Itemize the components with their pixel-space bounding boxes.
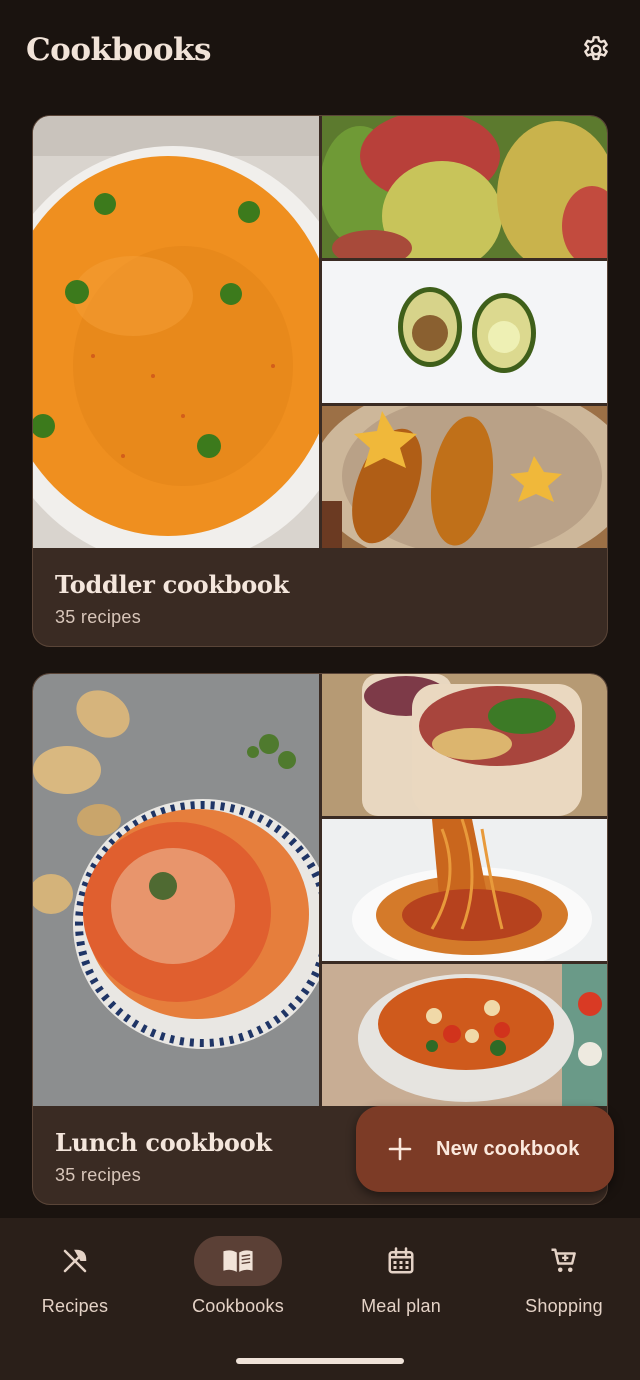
nav-item-shopping[interactable]: Shopping xyxy=(484,1236,640,1336)
cookbook-card-toddler[interactable]: Toddler cookbook 35 recipes xyxy=(32,115,608,647)
pears-photo xyxy=(322,116,607,258)
calendar-icon xyxy=(388,1247,414,1274)
nav-item-recipes[interactable]: Recipes xyxy=(0,1236,155,1336)
cookbook-info: Toddler cookbook 35 recipes xyxy=(33,548,607,646)
oatmeal-bowl-photo xyxy=(322,406,607,548)
tomato-soup-photo xyxy=(33,674,319,1106)
nav-item-cookbooks[interactable]: Cookbooks xyxy=(158,1236,318,1336)
plus-icon xyxy=(388,1137,412,1161)
wrap-photo xyxy=(322,674,607,816)
settings-button[interactable] xyxy=(578,32,614,68)
nav-icon-container xyxy=(520,1236,608,1286)
nav-icon-container xyxy=(31,1236,119,1286)
spaghetti-photo xyxy=(322,819,607,961)
new-cookbook-label: New cookbook xyxy=(436,1137,580,1160)
page-title: Cookbooks xyxy=(26,32,211,68)
nav-active-indicator xyxy=(194,1236,282,1286)
nav-label: Meal plan xyxy=(361,1296,441,1316)
cookbook-photo-grid xyxy=(33,116,607,548)
book-icon xyxy=(223,1250,253,1272)
nav-label: Cookbooks xyxy=(192,1296,284,1316)
bottom-navigation: Recipes Cookbooks Meal plan Shopping xyxy=(0,1218,640,1380)
gear-icon xyxy=(584,36,608,61)
nav-item-meal-plan[interactable]: Meal plan xyxy=(321,1236,481,1336)
nav-label: Recipes xyxy=(41,1296,109,1316)
avocado-photo xyxy=(322,261,607,403)
new-cookbook-button[interactable]: New cookbook xyxy=(356,1106,614,1192)
carrot-soup-photo xyxy=(33,116,319,548)
home-indicator[interactable] xyxy=(236,1358,404,1364)
cookbook-recipe-count: 35 recipes xyxy=(55,607,142,627)
app-header: Cookbooks xyxy=(0,0,640,100)
cart-icon xyxy=(551,1248,576,1272)
minestrone-photo xyxy=(322,964,607,1106)
cookbook-title: Toddler cookbook xyxy=(55,570,289,599)
fork-knife-icon xyxy=(63,1249,87,1273)
nav-icon-container xyxy=(357,1236,445,1286)
cookbook-photo-grid xyxy=(33,674,607,1106)
nav-label: Shopping xyxy=(525,1296,603,1316)
